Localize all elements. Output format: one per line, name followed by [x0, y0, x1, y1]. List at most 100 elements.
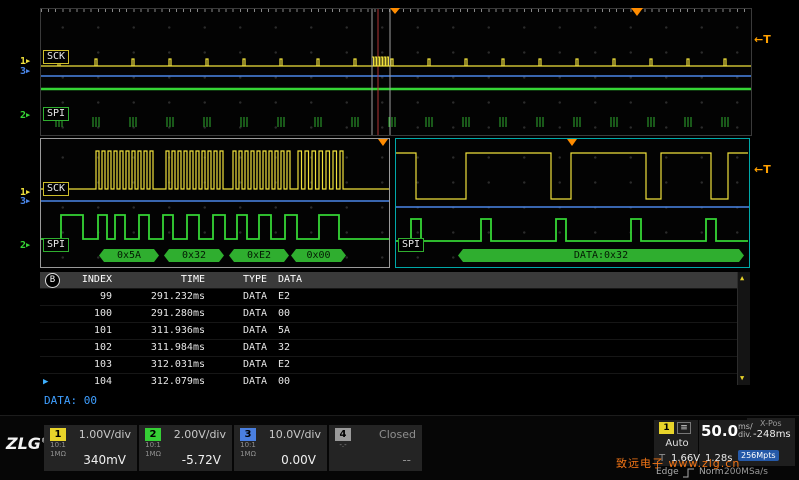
- right-arrow-icon: ▶: [26, 67, 31, 75]
- cell-time: 291.280ms: [150, 308, 205, 319]
- zoom-left-trigger-marker-icon: [378, 139, 388, 146]
- oscilloscope-screen: SCK SPI 1▶ 3▶ 2▶ ←T SCK SPI 0x5A 0x32 0xE2…: [0, 0, 799, 480]
- decode-bus-label: 0x32: [164, 249, 224, 262]
- column-header-time: TIME: [180, 274, 205, 285]
- brand-logo: ZLG®: [6, 434, 48, 453]
- decode-bus-label: 0x5A: [99, 249, 159, 262]
- volts-per-div: 10.0V/div: [268, 428, 321, 441]
- volts-per-div: 1.00V/div: [78, 428, 131, 441]
- cell-time: 311.984ms: [150, 342, 205, 353]
- zoom-right-trigger-marker-icon: [567, 139, 577, 146]
- cell-index: 104: [93, 376, 112, 387]
- main-waveforms: [41, 9, 751, 135]
- cell-data: 32: [278, 342, 291, 353]
- channel-2-box[interactable]: 2 10:1 1MΩ 2.00V/div -5.72V: [139, 425, 232, 471]
- xpos-marker-icon[interactable]: [631, 8, 643, 16]
- trigger-level-marker[interactable]: ←T: [754, 33, 771, 46]
- cell-data: 00: [278, 308, 291, 319]
- xpos-value[interactable]: -248ms: [753, 429, 791, 440]
- decode-event-table: INDEX TIME TYPE DATA B 99 291.232ms DATA E2…: [40, 272, 750, 407]
- right-arrow-icon: ▶: [26, 111, 31, 119]
- ch3-position-marker[interactable]: 3▶: [20, 66, 30, 77]
- zoom-window-right[interactable]: SPI DATA:0x32: [395, 138, 750, 268]
- volts-per-div: 2.00V/div: [173, 428, 226, 441]
- input-impedance: 1MΩ: [240, 450, 256, 458]
- table-row[interactable]: 101 311.936ms DATA 5A: [40, 322, 750, 339]
- decode-bus-label: DATA:0x32: [458, 249, 744, 262]
- column-header-type: TYPE: [243, 274, 268, 285]
- right-arrow-icon: ▶: [26, 197, 31, 205]
- zoom-window-left[interactable]: SCK SPI 0x5A 0x32 0xE2 0x00: [40, 138, 390, 268]
- channel-badge: 1: [50, 428, 66, 441]
- probe-ratio: 10:1: [145, 441, 161, 449]
- trigger-mode[interactable]: Auto: [656, 438, 698, 449]
- channel-badge: 2: [145, 428, 161, 441]
- cell-index: 102: [93, 342, 112, 353]
- channel-offset: 0.00V: [281, 453, 316, 467]
- decode-current-value: DATA: 00: [44, 394, 97, 407]
- cell-index: 101: [93, 325, 112, 336]
- table-row[interactable]: 103 312.031ms DATA E2: [40, 356, 750, 373]
- table-body: 99 291.232ms DATA E2 100 291.280ms DATA 00 101 31…: [40, 288, 750, 390]
- channel-offset: 340mV: [83, 453, 126, 467]
- trigger-source-badge[interactable]: 1: [659, 422, 674, 434]
- cell-data: 00: [278, 376, 291, 387]
- cell-time: 311.936ms: [150, 325, 205, 336]
- ch3-position-marker[interactable]: 3▶: [20, 196, 30, 207]
- table-scrollbar[interactable]: ▲ ▼: [737, 272, 750, 385]
- probe-ratio: 10:1: [50, 441, 66, 449]
- channel-1-box[interactable]: 1 10:1 1MΩ 1.00V/div 340mV: [44, 425, 137, 471]
- timebase-value[interactable]: 50.0: [701, 422, 738, 440]
- cell-time: 291.232ms: [150, 291, 205, 302]
- volts-per-div: Closed: [379, 428, 416, 441]
- table-row[interactable]: 102 311.984ms DATA 32: [40, 339, 750, 356]
- scroll-down-icon[interactable]: ▼: [740, 375, 744, 382]
- trigger-position-marker-icon[interactable]: [390, 8, 400, 14]
- trigger-level-marker[interactable]: ←T: [754, 163, 771, 176]
- table-header: INDEX TIME TYPE DATA B: [40, 272, 750, 288]
- main-waveform-window[interactable]: SCK SPI: [40, 8, 752, 136]
- cell-type: DATA: [243, 291, 268, 302]
- channel-badge: 3: [240, 428, 256, 441]
- cell-time: 312.031ms: [150, 359, 205, 370]
- cell-time: 312.079ms: [150, 376, 205, 387]
- timebase-unit: ms/div.: [738, 422, 753, 439]
- scroll-up-icon[interactable]: ▲: [740, 275, 744, 282]
- ch2-position-marker[interactable]: 2▶: [20, 240, 30, 251]
- cell-index: 100: [93, 308, 112, 319]
- bus-table-icon[interactable]: B: [45, 273, 60, 288]
- cell-type: DATA: [243, 376, 268, 387]
- channel-4-box[interactable]: 4 -.- Closed --: [329, 425, 422, 471]
- decode-bus-label: 0x00: [291, 249, 346, 262]
- zoom-left-waveforms: [41, 150, 389, 240]
- xpos-label: X-Pos: [760, 419, 782, 428]
- cell-type: DATA: [243, 359, 268, 370]
- spi-bus-label: SPI: [398, 238, 425, 252]
- table-row[interactable]: 100 291.280ms DATA 00: [40, 305, 750, 322]
- channel-3-box[interactable]: 3 10:1 1MΩ 10.0V/div 0.00V: [234, 425, 327, 471]
- cell-data: E2: [278, 291, 291, 302]
- input-impedance: 1MΩ: [145, 450, 161, 458]
- cell-index: 99: [99, 291, 112, 302]
- column-header-data: DATA: [278, 274, 303, 285]
- channel-offset: -5.72V: [181, 453, 221, 467]
- display-icon: ≡: [677, 422, 691, 434]
- table-row[interactable]: ▶ 104 312.079ms DATA 00: [40, 373, 750, 390]
- table-row[interactable]: 99 291.232ms DATA E2: [40, 288, 750, 305]
- selected-row-arrow-icon: ▶: [43, 377, 49, 387]
- sck-bus-label: SCK: [43, 50, 70, 64]
- cell-type: DATA: [243, 308, 268, 319]
- cell-type: DATA: [243, 325, 268, 336]
- probe-ratio: 10:1: [240, 441, 256, 449]
- cell-type: DATA: [243, 342, 268, 353]
- zoom-right-waveforms: [396, 152, 749, 242]
- input-impedance: 1MΩ: [50, 450, 66, 458]
- memory-depth-badge: 256Mpts: [738, 450, 779, 461]
- channel-badge: 4: [335, 428, 351, 441]
- right-arrow-icon: ▶: [26, 241, 31, 249]
- sck-bus-label: SCK: [43, 182, 70, 196]
- cell-data: E2: [278, 359, 291, 370]
- spi-bus-label: SPI: [43, 107, 70, 121]
- ch2-position-marker[interactable]: 2▶: [20, 110, 30, 121]
- probe-ratio: -.-: [339, 441, 347, 449]
